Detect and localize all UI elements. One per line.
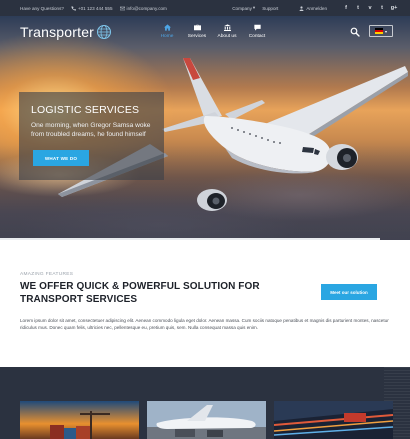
question-text: Have any Questions?: [20, 6, 64, 11]
hero-caption-box: LOGISTIC SERVICES One morning, when Greg…: [19, 92, 164, 180]
features-body-text: Lorem ipsum dolor sit amet, consectetuer…: [20, 318, 389, 331]
nav-label-about: About us: [217, 34, 237, 39]
main-nav: Home Services About us Contact: [154, 24, 274, 39]
phone-icon: [71, 5, 76, 11]
hero-title: LOGISTIC SERVICES: [31, 104, 140, 116]
chevron-down-icon: ▾: [252, 5, 256, 10]
features-eyebrow: AMAZING FEATURES: [20, 272, 74, 277]
what-we-do-button[interactable]: WHAT WE DO: [33, 150, 89, 166]
harbor-image: [20, 401, 139, 439]
chevron-down-icon: ▾: [384, 28, 387, 34]
gallery-image-harbor[interactable]: [20, 401, 139, 439]
globe-icon: [97, 25, 112, 39]
gallery-section: [0, 367, 410, 439]
nav-item-services[interactable]: Services: [184, 24, 210, 39]
cargo-plane-image: [147, 401, 266, 439]
company-menu-label: Company: [232, 5, 252, 11]
gallery-image-highway[interactable]: [274, 401, 393, 439]
top-bar: Have any Questions? +01 123 444 555 info…: [0, 0, 410, 16]
account-label: Anmelden: [306, 5, 327, 11]
support-link[interactable]: Support: [262, 6, 278, 11]
twitter-icon[interactable]: t: [352, 5, 364, 11]
nav-label-services: Services: [187, 34, 207, 39]
phone-number: +01 123 444 555: [77, 5, 113, 11]
hero-text: One morning, when Gregor Samsa woke from…: [31, 122, 151, 138]
company-menu[interactable]: Company ▾: [232, 5, 255, 11]
nav-label-contact: Contact: [248, 34, 266, 39]
facebook-icon[interactable]: f: [340, 5, 352, 11]
language-selector[interactable]: ▾: [369, 25, 393, 37]
account-link[interactable]: Anmelden: [299, 6, 327, 11]
user-icon: [299, 5, 304, 11]
google-plus-icon[interactable]: g+: [388, 5, 400, 11]
email-link[interactable]: info@company.com: [119, 5, 167, 11]
site-logo[interactable]: Transporter: [20, 24, 112, 40]
email-address: info@company.com: [126, 5, 167, 11]
meet-solution-button[interactable]: Meet our solution: [321, 284, 377, 300]
phone-link[interactable]: +01 123 444 555: [71, 6, 113, 11]
vimeo-icon[interactable]: v: [364, 5, 376, 11]
home-icon: [163, 24, 171, 31]
nav-label-home: Home: [160, 34, 174, 39]
nav-item-about[interactable]: About us: [214, 24, 240, 39]
briefcase-icon: [193, 24, 201, 31]
gallery-image-cargo-plane[interactable]: [147, 401, 266, 439]
nav-item-contact[interactable]: Contact: [244, 24, 270, 39]
bank-icon: [223, 24, 231, 31]
search-icon[interactable]: [350, 27, 360, 37]
support-label: Support: [262, 5, 279, 11]
chat-icon: [253, 24, 261, 31]
question-label: Have any Questions?: [20, 5, 64, 11]
highway-image: [274, 401, 393, 439]
envelope-icon: [119, 6, 125, 10]
german-flag-icon: [374, 28, 383, 34]
logo-text: Transporter: [20, 24, 95, 40]
social-links: f t v t g+: [340, 5, 400, 11]
nav-item-home[interactable]: Home: [154, 24, 180, 39]
tumblr-icon[interactable]: t: [376, 5, 388, 11]
features-title: WE OFFER QUICK & POWERFUL SOLUTION FOR T…: [20, 281, 260, 305]
